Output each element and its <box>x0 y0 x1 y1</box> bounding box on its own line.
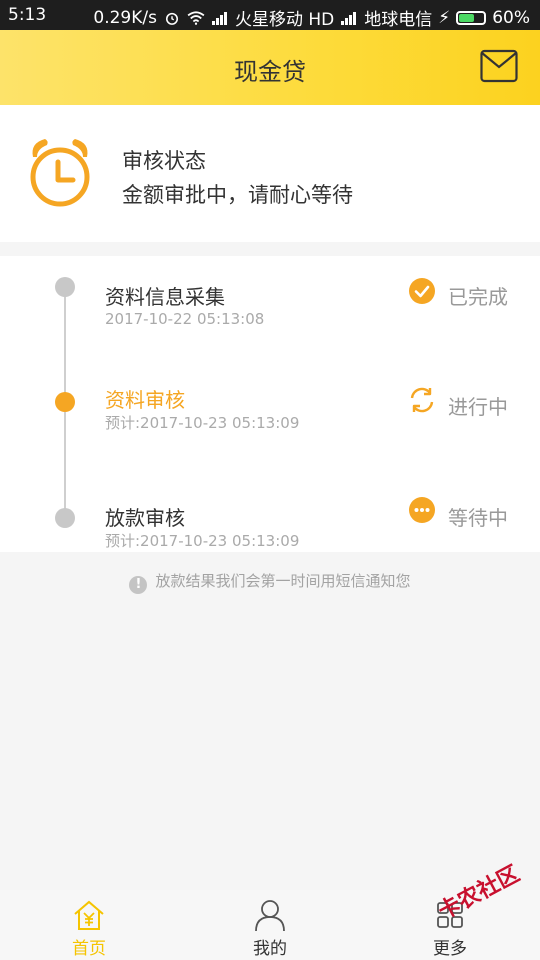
signal-icon <box>341 11 357 25</box>
step-time: 2017-10-22 05:13:08 <box>105 310 265 328</box>
timeline-dot <box>55 277 75 297</box>
alarm-icon <box>165 12 179 25</box>
step-status: 已完成 <box>448 285 508 309</box>
battery-icon <box>456 10 487 25</box>
check-circle-icon <box>409 278 435 304</box>
more-circle-icon <box>409 497 435 523</box>
nav-item-home[interactable]: 首页 <box>44 898 134 959</box>
step-name: 放款审核 <box>105 506 185 530</box>
nav-item-mine[interactable]: 我的 <box>225 898 315 959</box>
battery-percent: 60% <box>492 7 530 28</box>
wifi-icon <box>187 10 205 25</box>
step-time: 预计:2017-10-23 05:13:09 <box>105 414 300 432</box>
status-time: 5:13 <box>8 5 47 25</box>
info-icon: ! <box>129 576 148 594</box>
user-icon <box>255 900 285 932</box>
timeline-connector <box>64 288 66 398</box>
status-indicators: 0.29K/s 火星移动 HD 地球电信 ⚡ 60% <box>93 5 530 31</box>
nav-label: 我的 <box>253 939 287 959</box>
home-icon <box>74 900 104 930</box>
carrier-1: 火星移动 HD <box>234 10 335 30</box>
timeline-connector <box>64 412 66 512</box>
notice-text: 放款结果我们会第一时间用短信通知您 <box>155 572 411 590</box>
status-bar: 5:13 0.29K/s 火星移动 HD 地球电信 ⚡ 60% <box>0 0 540 30</box>
signal-icon <box>211 11 227 25</box>
step-name: 资料信息采集 <box>105 285 225 309</box>
sms-notice: ! 放款结果我们会第一时间用短信通知您 <box>0 570 540 594</box>
nav-label: 更多 <box>433 939 467 959</box>
timeline-dot-active <box>55 392 75 412</box>
status-title: 审核状态 <box>122 149 206 173</box>
timeline-dot <box>55 508 75 528</box>
app-header: 现金贷 <box>0 30 540 105</box>
alarm-clock-icon <box>30 139 90 207</box>
status-description: 金额审批中，请耐心等待 <box>122 183 353 207</box>
refresh-icon <box>410 387 434 413</box>
step-status: 进行中 <box>448 395 508 419</box>
page-title: 现金贷 <box>234 58 306 86</box>
step-time: 预计:2017-10-23 05:13:09 <box>105 532 300 550</box>
step-status: 等待中 <box>448 506 508 530</box>
charging-icon: ⚡ <box>438 7 451 28</box>
progress-timeline: 资料信息采集 2017-10-22 05:13:08 已完成 资料审核 预计:2… <box>0 256 540 552</box>
nav-label: 首页 <box>72 939 106 959</box>
network-speed: 0.29K/s <box>93 7 157 28</box>
carrier-2: 地球电信 <box>364 10 433 30</box>
review-status-card: 审核状态 金额审批中，请耐心等待 <box>0 105 540 242</box>
step-name: 资料审核 <box>105 388 185 412</box>
mail-icon[interactable] <box>480 49 518 83</box>
